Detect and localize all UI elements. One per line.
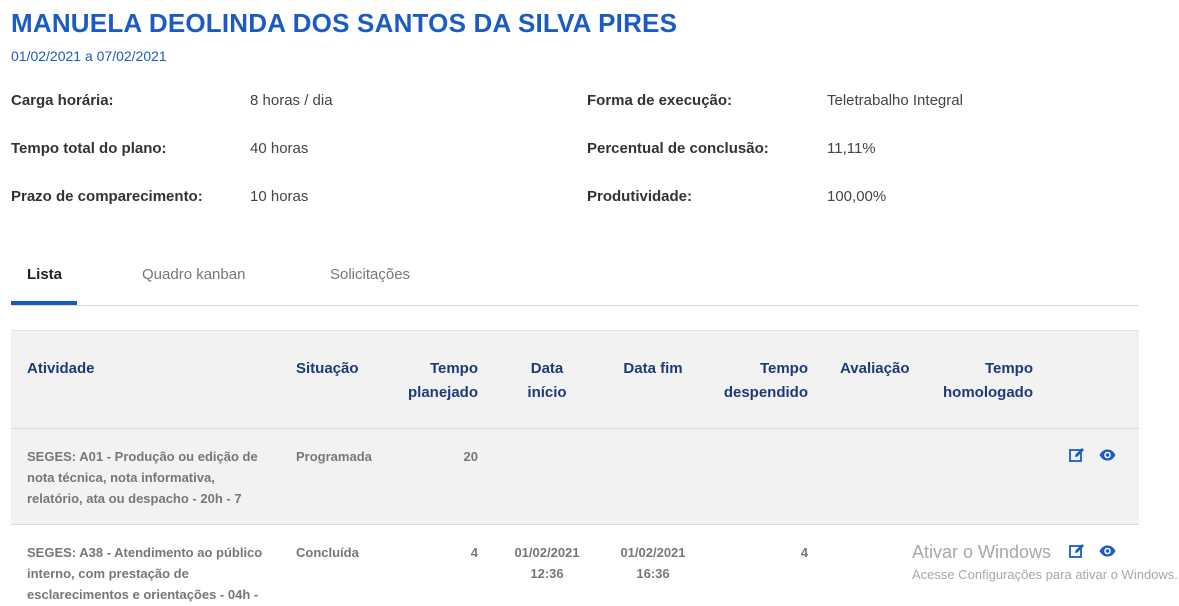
windows-activation-title: Ativar o Windows — [912, 542, 1052, 562]
col-situacao[interactable]: Situação — [296, 357, 359, 381]
prazo-comparecimento-label: Prazo de comparecimento: — [11, 188, 203, 205]
col-avaliacao[interactable]: Avaliação — [840, 357, 910, 381]
forma-execucao-label: Forma de execução: — [587, 92, 733, 109]
carga-horaria-value: 8 horas / dia — [250, 92, 333, 109]
col-tempo-despendido[interactable]: Tempo despendido — [708, 357, 808, 405]
tab-solicitacoes[interactable]: Solicitações — [330, 266, 410, 283]
col-data-fim[interactable]: Data fim — [613, 357, 693, 381]
cell-data-fim: 01/02/2021 16:36 — [620, 545, 686, 581]
carga-horaria-label: Carga horária: — [11, 92, 114, 109]
eye-icon[interactable] — [1099, 447, 1116, 463]
edit-icon[interactable] — [1069, 447, 1085, 463]
cell-data-inicio: 01/02/2021 12:36 — [514, 545, 580, 581]
tab-bar: Lista Quadro kanban Solicitações — [11, 258, 1139, 306]
activities-table: Atividade Situação Tempo planejado Data … — [11, 330, 1139, 606]
cell-atividade: SEGES: A38 - Atendimento ao público inte… — [27, 545, 263, 602]
col-tempo-homologado[interactable]: Tempo homologado — [923, 357, 1033, 405]
percentual-conclusao-value: 11,11% — [827, 140, 876, 157]
page-title: MANUELA DEOLINDA DOS SANTOS DA SILVA PIR… — [11, 8, 678, 38]
forma-execucao-value: Teletrabalho Integral — [827, 92, 963, 109]
cell-atividade: SEGES: A01 - Produção ou edição de nota … — [27, 449, 258, 506]
col-data-inicio[interactable]: Data início — [507, 357, 587, 405]
edit-icon[interactable] — [1069, 543, 1085, 559]
tempo-total-value: 40 horas — [250, 140, 309, 157]
cell-situacao: Concluída — [296, 545, 359, 560]
col-tempo-planejado[interactable]: Tempo planejado — [388, 357, 478, 405]
table-header: Atividade Situação Tempo planejado Data … — [11, 330, 1139, 429]
page: MANUELA DEOLINDA DOS SANTOS DA SILVA PIR… — [0, 0, 1179, 606]
cell-tempo-planejado: 4 — [470, 545, 478, 560]
produtividade-label: Produtividade: — [587, 188, 693, 205]
percentual-conclusao-label: Percentual de conclusão: — [587, 140, 769, 157]
prazo-comparecimento-value: 10 horas — [250, 188, 309, 205]
table-row[interactable]: SEGES: A01 - Produção ou edição de nota … — [11, 429, 1139, 525]
table-row[interactable]: SEGES: A38 - Atendimento ao público inte… — [11, 525, 1139, 606]
plan-period: 01/02/2021 a 07/02/2021 — [11, 48, 167, 64]
active-tab-indicator — [11, 301, 77, 305]
eye-icon[interactable] — [1099, 543, 1116, 559]
tab-lista[interactable]: Lista — [27, 266, 62, 283]
tab-quadro-kanban[interactable]: Quadro kanban — [142, 266, 245, 283]
cell-tempo-planejado: 20 — [463, 449, 478, 464]
cell-situacao: Programada — [296, 449, 372, 464]
col-atividade[interactable]: Atividade — [27, 357, 95, 381]
tempo-total-label: Tempo total do plano: — [11, 140, 167, 157]
cell-tempo-despendido: 4 — [800, 545, 808, 560]
produtividade-value: 100,00% — [827, 188, 887, 205]
windows-activation-subtitle: Acesse Configurações para ativar o Windo… — [912, 567, 1178, 582]
